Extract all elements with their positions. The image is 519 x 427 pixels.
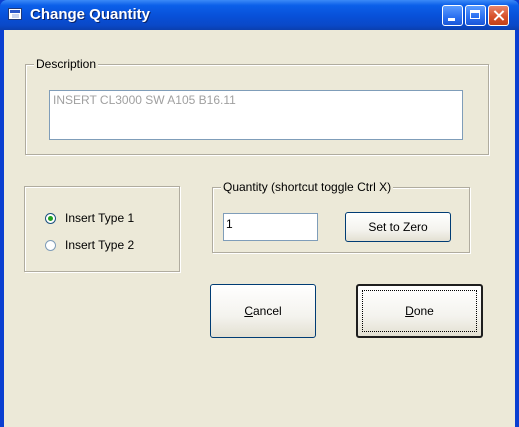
insert-type-1-option[interactable]: Insert Type 1 xyxy=(45,211,134,225)
change-quantity-window: Change Quantity Description INSERT CL300… xyxy=(0,0,519,427)
minimize-button[interactable] xyxy=(442,5,463,26)
insert-type-2-label: Insert Type 2 xyxy=(65,238,135,252)
window-title: Change Quantity xyxy=(30,6,151,23)
description-field: INSERT CL3000 SW A105 B16.11 xyxy=(49,90,463,140)
set-to-zero-button[interactable]: Set to Zero xyxy=(345,212,451,242)
cancel-button[interactable]: Cancel xyxy=(210,284,316,338)
insert-type-group: Insert Type 1 Insert Type 2 xyxy=(24,186,180,272)
insert-type-1-label: Insert Type 1 xyxy=(65,211,135,225)
insert-type-2-option[interactable]: Insert Type 2 xyxy=(45,238,134,252)
cancel-label-rest: ancel xyxy=(252,304,282,318)
app-icon xyxy=(8,8,22,20)
quantity-group: Quantity (shortcut toggle Ctrl X) 1 Set … xyxy=(212,180,470,253)
maximize-button[interactable] xyxy=(465,5,486,26)
cancel-accelerator: C xyxy=(244,304,253,318)
description-group: Description INSERT CL3000 SW A105 B16.11 xyxy=(25,57,489,155)
dialog-body: Description INSERT CL3000 SW A105 B16.11… xyxy=(4,30,515,427)
quantity-group-label: Quantity (shortcut toggle Ctrl X) xyxy=(221,180,394,194)
description-group-label: Description xyxy=(34,57,99,71)
focus-rect xyxy=(362,290,477,332)
radio-unchecked-icon[interactable] xyxy=(45,239,56,251)
close-button[interactable] xyxy=(488,5,509,26)
radio-checked-icon[interactable] xyxy=(45,212,56,224)
title-bar[interactable]: Change Quantity xyxy=(0,0,519,30)
done-button[interactable]: Done xyxy=(356,284,483,338)
quantity-input[interactable]: 1 xyxy=(223,213,318,241)
